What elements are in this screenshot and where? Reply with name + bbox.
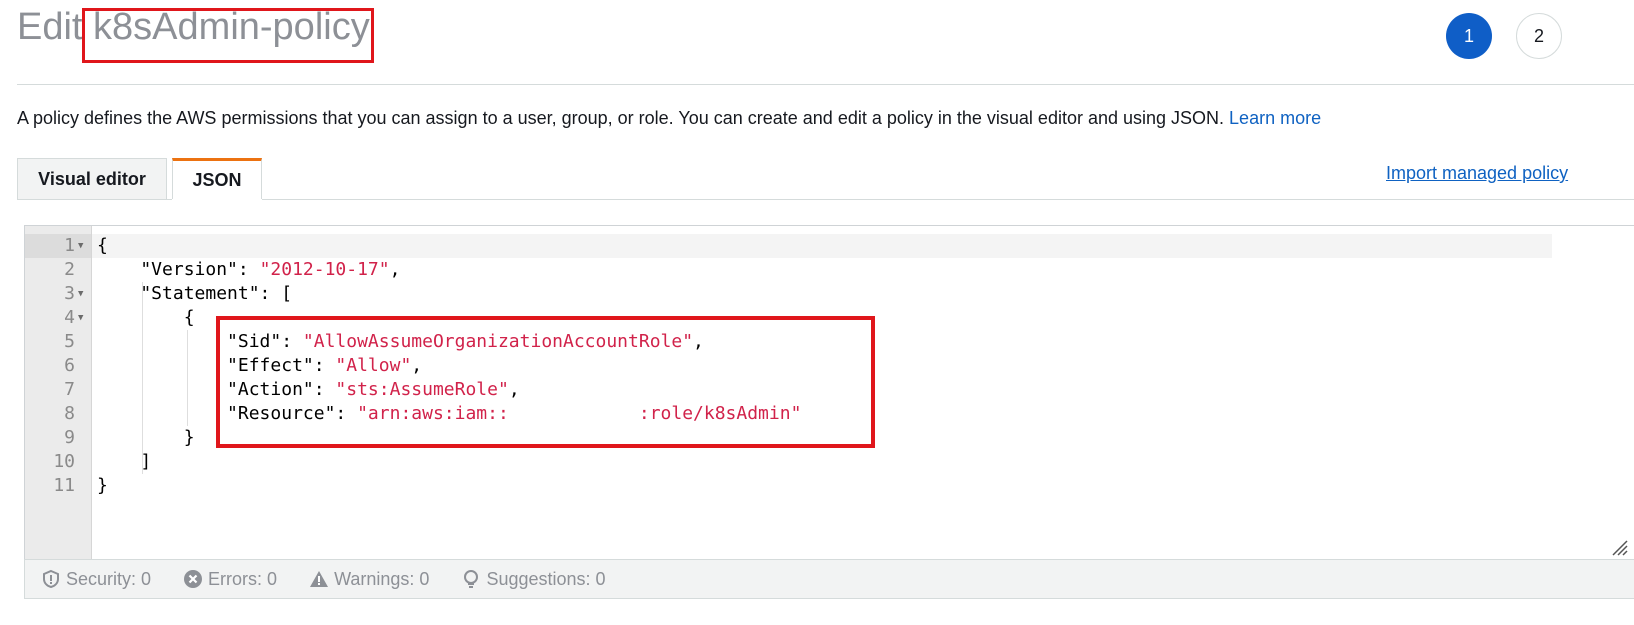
- fold-arrow-icon[interactable]: ▼: [78, 306, 83, 330]
- active-line: [92, 234, 1552, 258]
- line-number: 10: [53, 451, 75, 472]
- lightbulb-icon: [464, 570, 479, 588]
- line-number: 3: [64, 283, 75, 304]
- statement-highlight-box: [216, 316, 875, 448]
- learn-more-link[interactable]: Learn more: [1229, 108, 1321, 128]
- step-2-indicator: 2: [1516, 13, 1562, 59]
- step-1-indicator: 1: [1446, 13, 1492, 59]
- security-status[interactable]: Security: 0: [41, 569, 151, 590]
- fold-arrow-icon[interactable]: ▼: [78, 282, 83, 306]
- description-text: A policy defines the AWS permissions tha…: [17, 108, 1225, 128]
- errors-status[interactable]: Errors: 0: [183, 569, 277, 590]
- suggestions-count: Suggestions: 0: [486, 568, 606, 589]
- suggestions-status[interactable]: Suggestions: 0: [461, 568, 606, 590]
- line-number: 9: [64, 427, 75, 448]
- line-number: 1: [64, 235, 75, 256]
- code-line-3: "Statement": [: [97, 283, 293, 304]
- warnings-status[interactable]: Warnings: 0: [309, 569, 429, 590]
- line-number: 5: [64, 331, 75, 352]
- code-line-10: ]: [97, 451, 152, 472]
- line-number: 7: [64, 379, 75, 400]
- line-number: 2: [64, 259, 75, 280]
- warnings-count: Warnings: 0: [334, 568, 430, 589]
- title-highlight-box: [82, 8, 374, 63]
- header-divider: [17, 84, 1634, 85]
- code-line-2: "Version": "2012-10-17",: [97, 258, 400, 282]
- code-line-9: }: [97, 427, 195, 448]
- import-managed-policy-link[interactable]: Import managed policy: [1386, 163, 1568, 184]
- error-icon: [184, 570, 203, 588]
- tab-json[interactable]: JSON: [172, 158, 262, 200]
- json-punct: ,: [389, 259, 401, 280]
- code-line-11: }: [97, 475, 108, 496]
- title-prefix: Edit: [17, 6, 83, 48]
- line-number: 6: [64, 355, 75, 376]
- line-number: 11: [53, 475, 75, 496]
- security-count: Security: 0: [66, 568, 152, 589]
- code-line-1: {: [97, 235, 108, 256]
- line-number: 8: [64, 403, 75, 424]
- warning-icon: [310, 571, 329, 587]
- json-key: "Version":: [97, 259, 260, 280]
- shield-icon: [43, 569, 59, 589]
- policy-description: A policy defines the AWS permissions tha…: [17, 108, 1321, 129]
- code-line-4: {: [97, 307, 195, 328]
- json-string: "2012-10-17": [259, 259, 390, 280]
- resize-handle-icon[interactable]: [1609, 537, 1629, 557]
- errors-count: Errors: 0: [208, 568, 278, 589]
- validation-status-bar: Security: 0 Errors: 0 Warnings: 0 Sugges…: [24, 559, 1634, 599]
- fold-arrow-icon[interactable]: ▼: [78, 234, 83, 258]
- tab-visual-editor[interactable]: Visual editor: [17, 158, 167, 200]
- line-number: 4: [64, 307, 75, 328]
